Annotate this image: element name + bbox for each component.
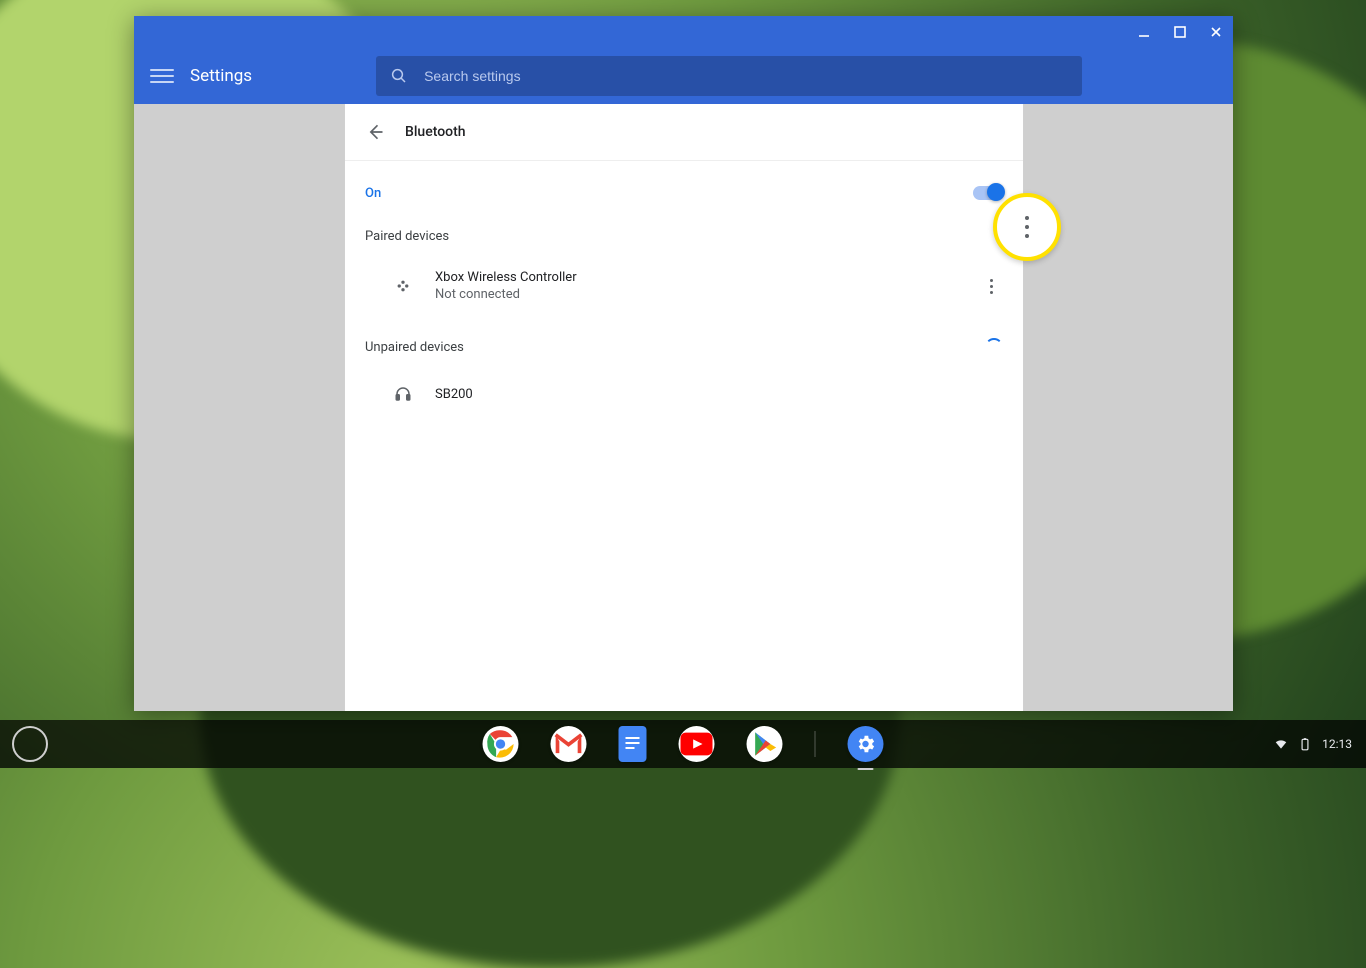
status-tray[interactable]: 12:13 — [1274, 737, 1352, 751]
device-name: Xbox Wireless Controller — [435, 270, 577, 285]
more-vert-icon — [1025, 216, 1029, 238]
shelf-apps — [483, 726, 884, 762]
page-title: Bluetooth — [405, 124, 466, 140]
settings-window: Settings Bluetooth On Paired — [134, 16, 1233, 711]
shelf-separator — [815, 731, 816, 757]
app-settings[interactable] — [848, 726, 884, 762]
bluetooth-toggle[interactable] — [973, 186, 1003, 200]
annotation-highlight — [993, 193, 1061, 261]
headphones-icon — [393, 384, 413, 404]
window-minimize-button[interactable] — [1135, 23, 1153, 41]
window-titlebar — [134, 16, 1233, 48]
menu-icon[interactable] — [150, 64, 174, 88]
unpaired-section-label: Unpaired devices — [365, 340, 464, 355]
paired-device-row[interactable]: Xbox Wireless Controller Not connected — [345, 258, 1023, 314]
scanning-spinner-icon — [985, 338, 1003, 356]
more-vert-icon — [990, 279, 993, 294]
gamepad-icon — [393, 276, 413, 296]
search-input[interactable] — [422, 67, 1068, 85]
bluetooth-status-row: On — [345, 161, 1023, 225]
device-name: SB200 — [435, 387, 473, 402]
bluetooth-status-label: On — [365, 186, 381, 201]
device-more-button[interactable] — [979, 274, 1003, 298]
app-gmail[interactable] — [551, 726, 587, 762]
launcher-button[interactable] — [12, 726, 48, 762]
paired-section-label: Paired devices — [345, 225, 1023, 258]
settings-panel: Bluetooth On Paired devices Xbox Wireles… — [344, 104, 1024, 711]
app-docs[interactable] — [619, 726, 647, 762]
app-play-store[interactable] — [747, 726, 783, 762]
app-toolbar: Settings — [134, 48, 1233, 104]
search-icon — [390, 67, 408, 85]
wifi-icon — [1274, 737, 1288, 751]
clock: 12:13 — [1322, 737, 1352, 751]
back-arrow-icon[interactable] — [365, 122, 385, 142]
app-youtube[interactable] — [679, 726, 715, 762]
search-box[interactable] — [376, 56, 1082, 96]
battery-icon — [1298, 737, 1312, 751]
panel-header: Bluetooth — [345, 104, 1023, 161]
unpaired-section-header: Unpaired devices — [345, 314, 1023, 366]
unpaired-device-row[interactable]: SB200 — [345, 366, 1023, 422]
app-chrome[interactable] — [483, 726, 519, 762]
window-maximize-button[interactable] — [1171, 23, 1189, 41]
app-body: Bluetooth On Paired devices Xbox Wireles… — [134, 104, 1233, 711]
device-status: Not connected — [435, 287, 577, 302]
shelf: 12:13 — [0, 720, 1366, 768]
toggle-knob — [987, 183, 1005, 201]
app-title: Settings — [190, 66, 252, 86]
window-close-button[interactable] — [1207, 23, 1225, 41]
